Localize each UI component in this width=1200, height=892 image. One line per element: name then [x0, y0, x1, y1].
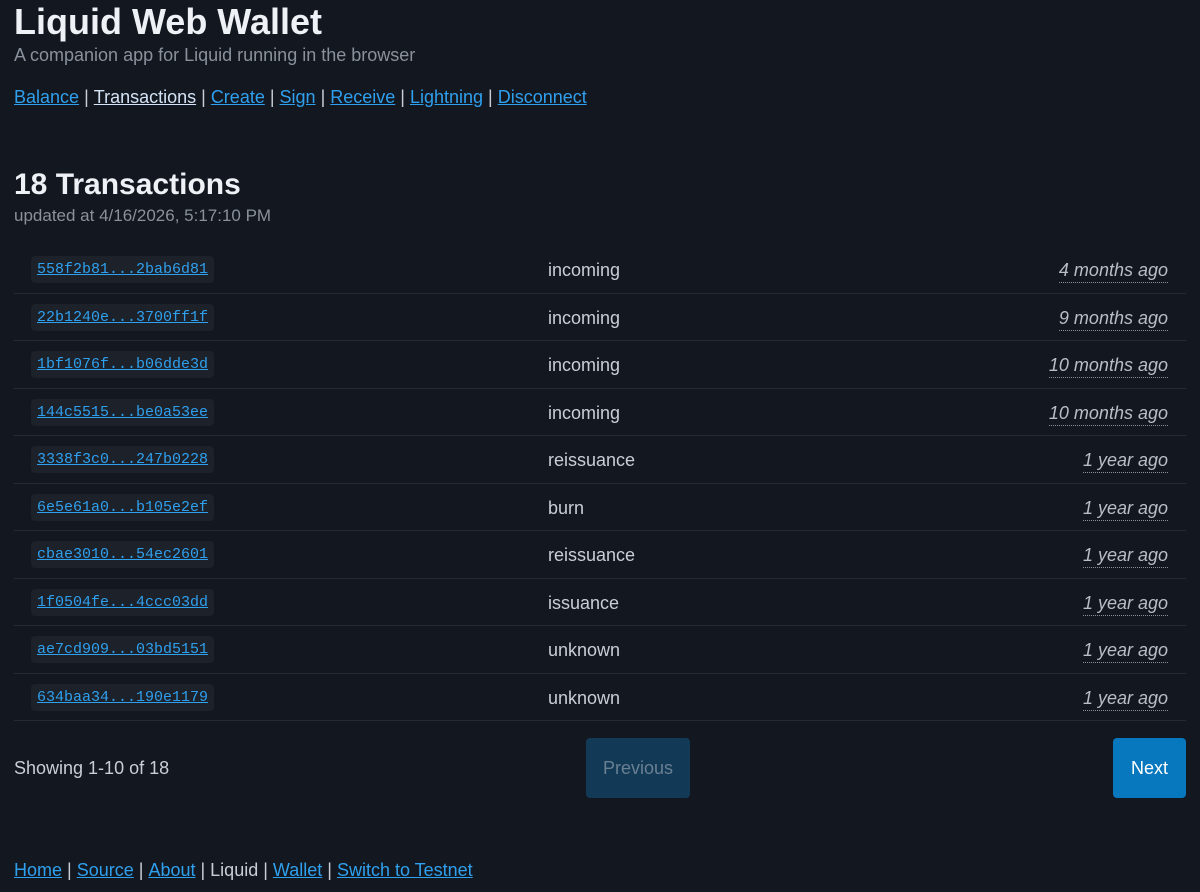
transaction-type: issuance — [548, 593, 620, 613]
transaction-id-link[interactable]: cbae3010...54ec2601 — [31, 541, 215, 568]
next-button[interactable]: Next — [1113, 738, 1186, 798]
transaction-time: 1 year ago — [1082, 543, 1168, 568]
nav-lightning[interactable]: Lightning — [410, 87, 483, 107]
transaction-row: 6e5e61a0...b105e2ef burn 1 year ago — [14, 484, 1186, 531]
transaction-row: 1bf1076f...b06dde3d incoming 10 months a… — [14, 341, 1186, 389]
footer-separator: | — [200, 860, 206, 880]
footer-source-link[interactable]: Source — [77, 860, 134, 880]
footer-separator: | — [327, 860, 332, 880]
transaction-row: cbae3010...54ec2601 reissuance 1 year ag… — [14, 531, 1186, 579]
transaction-row: 558f2b81...2bab6d81 incoming 4 months ag… — [14, 246, 1186, 294]
transaction-time: 4 months ago — [1058, 258, 1168, 283]
transaction-type: incoming — [548, 355, 621, 375]
transaction-id-link[interactable]: 634baa34...190e1179 — [31, 684, 215, 711]
footer-nav: Home | Source | About | Liquid | Wallet | Switch t… — [14, 859, 473, 881]
footer-switch-testnet-link[interactable]: Switch to Testnet — [337, 860, 473, 880]
transaction-type: reissuance — [548, 450, 636, 470]
transaction-row: 144c5515...be0a53ee incoming 10 months a… — [14, 389, 1186, 436]
transaction-id-link[interactable]: 22b1240e...3700ff1f — [31, 304, 215, 331]
app-title: Liquid Web Wallet — [14, 1, 322, 42]
updated-timestamp: updated at 4/16/2026, 5:17:10 PM — [14, 206, 272, 225]
transaction-id-link[interactable]: 144c5515...be0a53ee — [31, 399, 215, 426]
nav-balance[interactable]: Balance — [14, 87, 79, 107]
previous-button[interactable]: Previous — [586, 738, 690, 798]
app-subtitle: A companion app for Liquid running in th… — [14, 45, 416, 65]
nav-create[interactable]: Create — [211, 87, 265, 107]
page: Liquid Web Wallet A companion app for Li… — [14, 0, 1186, 892]
transaction-id-link[interactable]: ae7cd909...03bd5151 — [31, 636, 215, 663]
transaction-type: unknown — [548, 688, 621, 708]
transaction-row: 1f0504fe...4ccc03dd issuance 1 year ago — [14, 579, 1186, 626]
transaction-time: 9 months ago — [1058, 306, 1168, 331]
nav-receive[interactable]: Receive — [330, 87, 395, 107]
transaction-time: 1 year ago — [1082, 496, 1168, 521]
transaction-row: 634baa34...190e1179 unknown 1 year ago — [14, 674, 1186, 721]
transaction-time: 1 year ago — [1082, 448, 1168, 473]
transaction-list: 558f2b81...2bab6d81 incoming 4 months ag… — [14, 246, 1186, 721]
transaction-type: incoming — [548, 308, 621, 328]
footer-current-network: Liquid — [210, 860, 259, 880]
transaction-type: incoming — [548, 260, 621, 280]
footer-separator: | — [67, 860, 72, 880]
transaction-id-link[interactable]: 558f2b81...2bab6d81 — [31, 256, 215, 283]
transaction-row: ae7cd909...03bd5151 unknown 1 year ago — [14, 626, 1186, 674]
footer-home-link[interactable]: Home — [14, 860, 62, 880]
footer-separator: | — [263, 860, 268, 880]
transaction-type: unknown — [548, 640, 621, 660]
transaction-id-link[interactable]: 1f0504fe...4ccc03dd — [31, 589, 215, 616]
nav-sign[interactable]: Sign — [280, 87, 316, 107]
transaction-time: 10 months ago — [1048, 401, 1168, 426]
transaction-id-link[interactable]: 6e5e61a0...b105e2ef — [31, 494, 215, 521]
nav-separator: | — [201, 87, 206, 107]
nav-separator: | — [269, 87, 275, 107]
transaction-time: 1 year ago — [1082, 686, 1168, 711]
transaction-row: 22b1240e...3700ff1f incoming 9 months ag… — [14, 294, 1186, 341]
footer-separator: | — [138, 860, 144, 880]
transaction-id-link[interactable]: 3338f3c0...247b0228 — [31, 446, 215, 473]
nav-separator: | — [320, 87, 326, 107]
transaction-time: 10 months ago — [1048, 353, 1168, 378]
transaction-type: reissuance — [548, 545, 636, 565]
transaction-time: 1 year ago — [1082, 638, 1168, 663]
footer-about-link[interactable]: About — [148, 860, 195, 880]
transaction-type: incoming — [548, 403, 621, 423]
nav-separator: | — [488, 87, 493, 107]
transaction-type: burn — [548, 498, 585, 518]
transaction-row: 3338f3c0...247b0228 reissuance 1 year ag… — [14, 436, 1186, 484]
main-nav: Balance | Transactions | Create | Sign | Receive… — [14, 86, 587, 108]
transaction-id-link[interactable]: 1bf1076f...b06dde3d — [31, 351, 215, 378]
transaction-time: 1 year ago — [1082, 591, 1168, 616]
pagination: Showing 1-10 of 18 Previous Next — [14, 738, 1186, 798]
pagination-status: Showing 1-10 of 18 — [14, 758, 170, 778]
transactions-heading: 18 Transactions — [14, 168, 241, 201]
nav-separator: | — [400, 87, 405, 107]
footer-wallet-link[interactable]: Wallet — [273, 860, 322, 880]
nav-disconnect[interactable]: Disconnect — [498, 87, 587, 107]
nav-separator: | — [84, 87, 89, 107]
nav-transactions[interactable]: Transactions — [94, 87, 196, 107]
